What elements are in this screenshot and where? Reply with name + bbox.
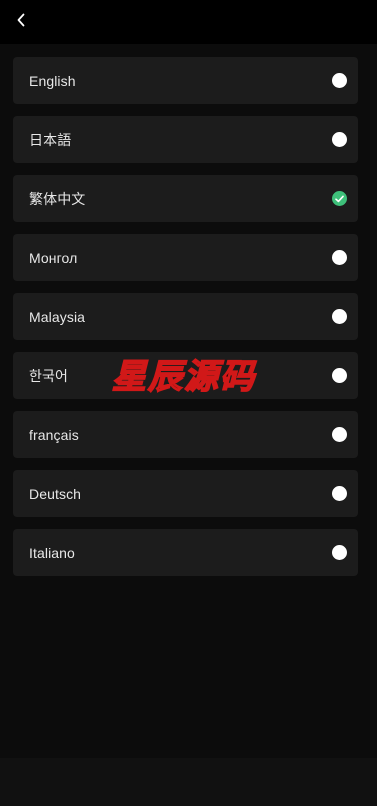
language-label: Монгол	[29, 249, 78, 266]
language-option-french[interactable]: français	[13, 411, 358, 458]
radio-unselected-icon[interactable]	[332, 427, 347, 442]
language-option-traditional-chinese[interactable]: 繁体中文	[13, 175, 358, 222]
radio-unselected-icon[interactable]	[332, 73, 347, 88]
language-label: Italiano	[29, 544, 75, 561]
check-circle-icon[interactable]	[332, 191, 347, 206]
radio-unselected-icon[interactable]	[332, 368, 347, 383]
bottom-bar	[0, 758, 377, 806]
language-label: Malaysia	[29, 308, 86, 325]
language-option-italian[interactable]: Italiano	[13, 529, 358, 576]
chevron-left-icon	[17, 13, 25, 27]
radio-unselected-icon[interactable]	[332, 309, 347, 324]
top-bar	[0, 0, 377, 44]
language-option-mongolian[interactable]: Монгол	[13, 234, 358, 281]
language-label: Deutsch	[29, 485, 82, 502]
language-label: 日本語	[29, 131, 72, 148]
language-label: français	[29, 426, 79, 443]
language-option-malaysia[interactable]: Malaysia	[13, 293, 358, 340]
language-option-japanese[interactable]: 日本語	[13, 116, 358, 163]
language-label: 한국어	[29, 367, 68, 384]
radio-unselected-icon[interactable]	[332, 132, 347, 147]
language-list: English 日本語 繁体中文 Монгол Malaysia 한국어 fra…	[13, 57, 358, 588]
radio-unselected-icon[interactable]	[332, 250, 347, 265]
radio-unselected-icon[interactable]	[332, 486, 347, 501]
language-label: 繁体中文	[29, 190, 86, 207]
radio-unselected-icon[interactable]	[332, 545, 347, 560]
watermark: 星辰源码	[111, 356, 256, 398]
language-option-english[interactable]: English	[13, 57, 358, 104]
back-button[interactable]	[10, 8, 32, 32]
language-option-german[interactable]: Deutsch	[13, 470, 358, 517]
language-label: English	[29, 72, 76, 89]
